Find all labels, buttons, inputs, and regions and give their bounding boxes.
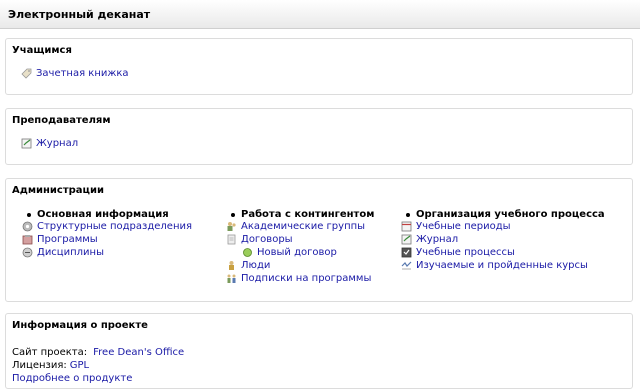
processes-icon bbox=[401, 247, 412, 258]
disciplines-link[interactable]: Дисциплины bbox=[22, 247, 104, 258]
admin-panel: Администрации Основная информация Структ… bbox=[5, 178, 633, 302]
disciplines-icon bbox=[22, 247, 33, 258]
courses-link[interactable]: Изучаемые и пройденные курсы bbox=[401, 260, 588, 271]
tag-icon bbox=[21, 68, 32, 79]
periods-link-label[interactable]: Учебные периоды bbox=[416, 221, 511, 232]
new-contract-link-label[interactable]: Новый договор bbox=[257, 247, 337, 258]
project-site-link[interactable]: Free Dean's Office bbox=[93, 347, 184, 358]
teachers-heading: Преподавателям bbox=[12, 115, 111, 126]
project-heading: Информация о проекте bbox=[12, 320, 148, 331]
license-row: Лицензия: GPL bbox=[12, 360, 89, 371]
programs-link-label[interactable]: Программы bbox=[37, 234, 98, 245]
academic-groups-link-label[interactable]: Академические группы bbox=[241, 221, 365, 232]
project-site-row: Сайт проекта: Free Dean's Office bbox=[12, 347, 184, 358]
programs-link[interactable]: Программы bbox=[22, 234, 98, 245]
people-icon bbox=[229, 261, 234, 270]
license-link[interactable]: GPL bbox=[70, 360, 89, 371]
admin-heading: Администрации bbox=[12, 185, 104, 196]
admin-process-title: Организация учебного процесса bbox=[406, 209, 605, 220]
admin-journal-link[interactable]: Журнал bbox=[401, 234, 458, 245]
teacher-journal-label[interactable]: Журнал bbox=[36, 138, 78, 149]
processes-link[interactable]: Учебные процессы bbox=[401, 247, 515, 258]
bullet-icon bbox=[231, 212, 235, 217]
structure-link-label[interactable]: Структурные подразделения bbox=[37, 221, 192, 232]
contracts-link-label[interactable]: Договоры bbox=[241, 234, 293, 245]
project-panel: Информация о проекте Сайт проекта: Free … bbox=[5, 313, 633, 389]
structure-link[interactable]: Структурные подразделения bbox=[22, 221, 192, 232]
academic-groups-link[interactable]: Академические группы bbox=[226, 221, 365, 232]
subscriptions-icon bbox=[227, 274, 236, 283]
people-link[interactable]: Люди bbox=[226, 260, 270, 271]
periods-link[interactable]: Учебные периоды bbox=[401, 221, 511, 232]
journal-icon bbox=[21, 138, 32, 149]
admin-contingent-title-text: Работа с контингентом bbox=[241, 209, 375, 220]
gradebook-link[interactable]: Зачетная книжка bbox=[21, 68, 129, 79]
teacher-journal-link[interactable]: Журнал bbox=[21, 138, 78, 149]
admin-journal-link-label[interactable]: Журнал bbox=[416, 234, 458, 245]
disciplines-link-label[interactable]: Дисциплины bbox=[37, 247, 104, 258]
group-icon bbox=[227, 222, 236, 231]
processes-link-label[interactable]: Учебные процессы bbox=[416, 247, 515, 258]
contract-icon bbox=[227, 234, 236, 245]
new-contract-icon bbox=[243, 248, 252, 257]
more-info-row: Подробнее о продукте bbox=[12, 373, 132, 384]
admin-contingent-title: Работа с контингентом bbox=[231, 209, 374, 220]
app-header: Электронный деканат bbox=[0, 0, 640, 29]
teachers-panel: Преподавателям Журнал bbox=[5, 108, 633, 165]
subscriptions-link[interactable]: Подписки на программы bbox=[226, 273, 371, 284]
courses-icon bbox=[401, 261, 412, 270]
programs-icon bbox=[22, 235, 33, 245]
admin-main-info-title: Основная информация bbox=[27, 209, 169, 220]
periods-icon bbox=[401, 221, 412, 232]
people-link-label[interactable]: Люди bbox=[241, 260, 270, 271]
admin-main-info-title-text: Основная информация bbox=[37, 209, 169, 220]
bullet-icon bbox=[406, 212, 410, 217]
license-label: Лицензия: bbox=[12, 360, 67, 371]
app-title: Электронный деканат bbox=[8, 8, 151, 21]
structure-icon bbox=[22, 221, 33, 232]
journal-icon bbox=[401, 234, 412, 245]
contracts-link[interactable]: Договоры bbox=[226, 234, 293, 245]
more-info-link[interactable]: Подробнее о продукте bbox=[12, 373, 132, 384]
bullet-icon bbox=[27, 212, 31, 217]
admin-process-title-text: Организация учебного процесса bbox=[416, 209, 605, 220]
students-panel: Учащимся Зачетная книжка bbox=[5, 38, 633, 95]
students-heading: Учащимся bbox=[12, 45, 72, 56]
project-site-label: Сайт проекта: bbox=[12, 347, 88, 358]
subscriptions-link-label[interactable]: Подписки на программы bbox=[241, 273, 371, 284]
gradebook-link-label[interactable]: Зачетная книжка bbox=[36, 68, 129, 79]
new-contract-link[interactable]: Новый договор bbox=[242, 247, 337, 258]
courses-link-label[interactable]: Изучаемые и пройденные курсы bbox=[416, 260, 588, 271]
